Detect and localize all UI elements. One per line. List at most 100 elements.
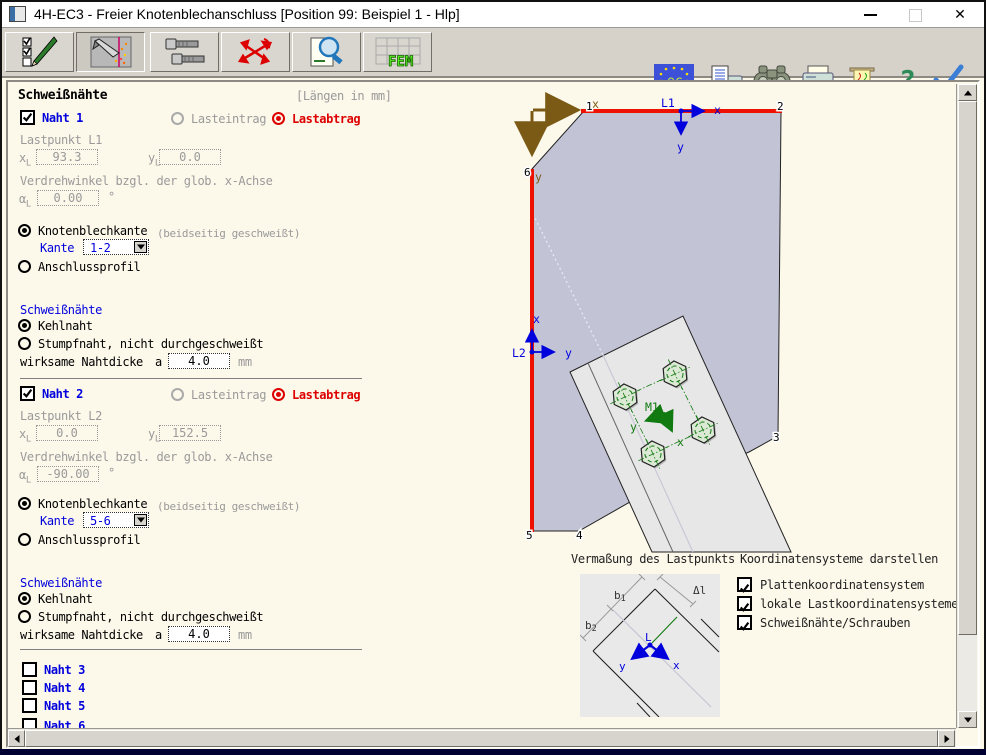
naht2-dicke-field[interactable]: 4.0 <box>168 626 230 642</box>
naht1-lastabtrag-radio[interactable] <box>272 112 285 125</box>
close-button[interactable]: ✕ <box>945 4 975 24</box>
naht2-kehlnaht-radio[interactable] <box>18 592 31 605</box>
svg-text:M1: M1 <box>645 400 659 414</box>
naht1-yl-field[interactable]: 0.0 <box>159 149 221 165</box>
svg-text:y: y <box>677 140 684 154</box>
svg-text:x: x <box>533 312 540 326</box>
scroll-up-button[interactable] <box>958 84 977 101</box>
naht2-kante-dropdown-button[interactable] <box>134 514 147 526</box>
bolts-icon <box>162 35 208 69</box>
preview-button[interactable] <box>292 32 361 72</box>
maximize-button[interactable] <box>900 4 930 24</box>
app-icon <box>9 6 26 22</box>
svg-text:b2: b2 <box>585 619 597 634</box>
vertical-scrollbar[interactable] <box>956 84 977 728</box>
naht1-label: Naht 1 <box>42 111 83 126</box>
naht2-lasteintrag-radio[interactable] <box>171 388 184 401</box>
naht1-kehlnaht-radio[interactable] <box>18 319 31 332</box>
naht2-anschlussprofil-radio[interactable] <box>18 533 31 546</box>
naht2-lastabtrag-radio[interactable] <box>272 388 285 401</box>
units-note: [Längen in mm] <box>296 89 392 104</box>
svg-text:6: 6 <box>524 166 531 179</box>
weld-settings-panel: Schweißnähte [Längen in mm] Naht 1 Laste… <box>8 84 493 728</box>
dimension-caption: Vermaßung des Lastpunkts <box>571 552 735 566</box>
naht2-yl-field[interactable]: 152.5 <box>159 425 221 441</box>
fem-button[interactable]: FEM <box>363 32 432 72</box>
horizontal-scroll-thumb[interactable] <box>25 730 938 747</box>
divider <box>20 378 362 379</box>
naht2-anschlussprofil-label: Anschlussprofil <box>38 533 140 548</box>
naht1-dicke-field[interactable]: 4.0 <box>168 353 230 369</box>
svg-text:y: y <box>535 170 542 184</box>
scroll-left-button[interactable] <box>8 730 25 747</box>
option-plattenkoordinatensystem-label: Plattenkoordinatensystem <box>760 578 924 592</box>
naht1-xl-label: xL <box>19 151 31 171</box>
naht1-alpha-field[interactable]: 0.00 <box>37 190 99 206</box>
load-point-dimension-diagram: b1 b2 Δl L y x <box>580 574 720 717</box>
arrow-up-icon <box>964 90 972 95</box>
horizontal-scrollbar[interactable] <box>8 728 956 747</box>
svg-text:2: 2 <box>777 100 784 113</box>
naht1-knotenblechkante-radio[interactable] <box>18 224 31 237</box>
scroll-right-button[interactable] <box>938 730 955 747</box>
option-schweissnaehte-schrauben-checkbox[interactable] <box>737 615 752 630</box>
coord-display-caption: Koordinatensysteme darstellen <box>740 552 938 566</box>
mini-green-line <box>652 617 677 643</box>
naht4-checkbox[interactable] <box>22 680 37 695</box>
naht1-checkbox[interactable] <box>20 110 35 125</box>
option-lastkoordinatensysteme-checkbox[interactable] <box>737 596 752 611</box>
naht1-stumpfnaht-radio[interactable] <box>18 337 31 350</box>
naht1-verdreh-label: Verdrehwinkel bzgl. der glob. x-Achse <box>20 174 273 189</box>
naht3-label: Naht 3 <box>44 663 85 678</box>
option-schweissnaehte-schrauben-label: Schweißnähte/Schrauben <box>760 616 910 630</box>
naht6-checkbox[interactable] <box>22 718 37 728</box>
naht1-anschlussprofil-radio[interactable] <box>18 260 31 273</box>
svg-text:5: 5 <box>526 529 533 542</box>
connection-drawing: M1 y x x y L1 x y L2 y x <box>500 84 956 728</box>
naht2-xl-field[interactable]: 0.0 <box>36 425 98 441</box>
arrow-down-icon <box>964 717 972 722</box>
naht1-lastabtrag-label: Lastabtrag <box>292 112 360 127</box>
naht2-alpha-field[interactable]: -90.00 <box>37 466 99 482</box>
naht1-kante-value: 1-2 <box>90 241 110 255</box>
mini-centerline <box>613 610 711 707</box>
svg-text:y: y <box>565 346 572 360</box>
panel-header: Schweißnähte <box>18 88 107 103</box>
arrow-left-icon <box>14 735 19 743</box>
loads-button[interactable] <box>221 32 290 72</box>
svg-text:L1: L1 <box>661 96 675 110</box>
fem-label: FEM <box>388 54 413 70</box>
naht2-kante-value: 5-6 <box>90 514 110 528</box>
naht2-a-label: a <box>155 628 162 643</box>
naht1-a-label: a <box>155 355 162 370</box>
scroll-down-button[interactable] <box>958 711 977 728</box>
naht2-knotenblechkante-radio[interactable] <box>18 497 31 510</box>
naht6-label: Naht 6 <box>44 719 85 728</box>
bolts-button[interactable] <box>150 32 219 72</box>
naht2-stumpfnaht-radio[interactable] <box>18 610 31 623</box>
naht2-checkbox[interactable] <box>20 386 35 401</box>
naht1-kante-dropdown-button[interactable] <box>134 241 147 253</box>
naht2-kbk-note: (beidseitig geschweißt) <box>157 499 300 514</box>
naht1-xl-field[interactable]: 93.3 <box>36 149 98 165</box>
window-border <box>0 749 986 755</box>
check-input-button[interactable] <box>5 32 74 72</box>
naht3-checkbox[interactable] <box>22 662 37 677</box>
svg-text:1: 1 <box>586 100 593 113</box>
naht2-label: Naht 2 <box>42 387 83 402</box>
naht1-lasteintrag-radio[interactable] <box>171 112 184 125</box>
naht5-checkbox[interactable] <box>22 698 37 713</box>
naht2-kante-label: Kante <box>40 514 74 529</box>
naht1-kbk-note: (beidseitig geschweißt) <box>157 226 300 241</box>
weld-seams-button[interactable] <box>76 32 145 72</box>
naht2-xl-label: xL <box>19 427 31 447</box>
naht2-degree-label: ° <box>108 466 115 481</box>
naht2-kante-dropdown[interactable]: 5-6 <box>83 512 149 528</box>
minimize-button[interactable] <box>855 4 885 24</box>
option-plattenkoordinatensystem-checkbox[interactable] <box>737 577 752 592</box>
naht1-kante-dropdown[interactable]: 1-2 <box>83 239 149 255</box>
naht2-lastpunkt-label: Lastpunkt L2 <box>20 409 102 424</box>
naht1-mm-label: mm <box>238 355 252 370</box>
application-window: 4H-EC3 - Freier Knotenblechanschluss [Po… <box>0 0 986 755</box>
vertical-scroll-thumb[interactable] <box>958 101 977 635</box>
